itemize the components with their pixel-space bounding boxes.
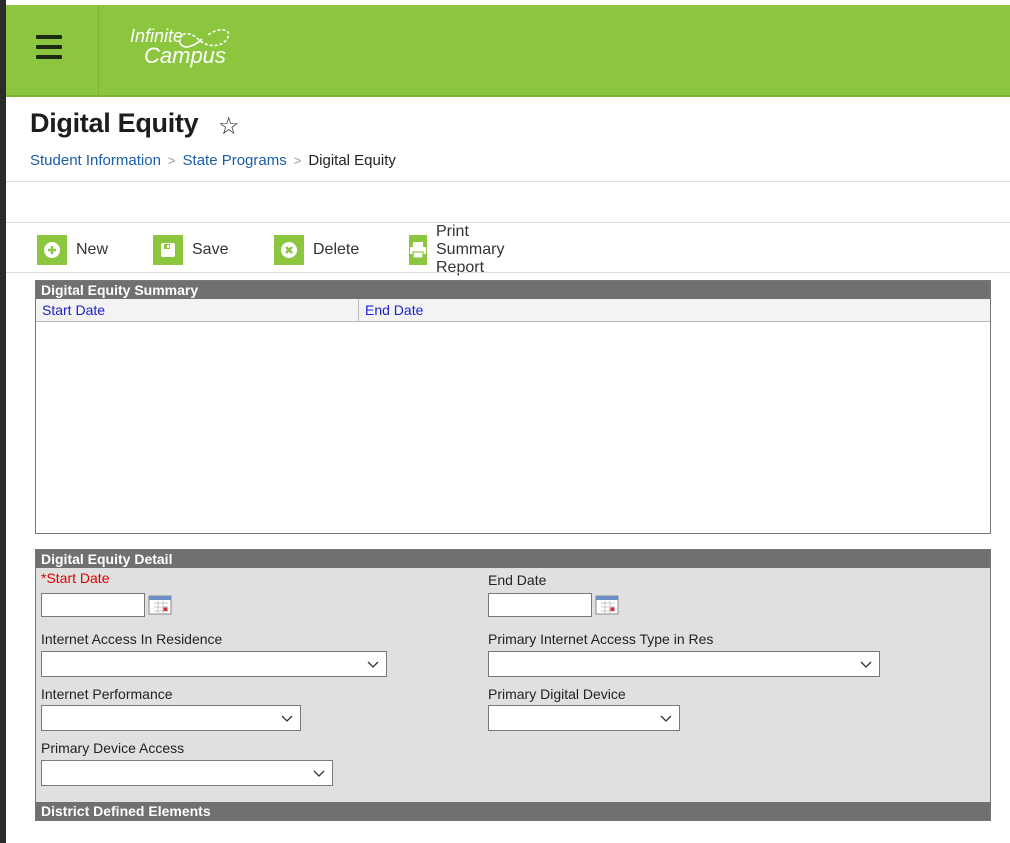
breadcrumb: Student Information > State Programs > Digit…: [30, 152, 396, 169]
start-date-label: *Start Date: [41, 570, 110, 586]
chevron-down-icon: [860, 661, 872, 668]
chevron-down-icon: [281, 715, 293, 722]
chevron-down-icon: [660, 715, 672, 722]
delete-button-label: Delete: [313, 241, 360, 258]
delete-icon: [274, 235, 304, 265]
delete-button[interactable]: Delete: [274, 234, 359, 266]
primary-digital-device-select[interactable]: [488, 705, 680, 731]
save-icon: [153, 235, 183, 265]
district-defined-elements-header: District Defined Elements: [36, 802, 990, 820]
primary-internet-access-type-label: Primary Internet Access Type in Res: [488, 631, 714, 647]
primary-digital-device-label: Primary Digital Device: [488, 686, 626, 702]
primary-device-access-select[interactable]: [41, 760, 333, 786]
divider: [6, 181, 1010, 182]
breadcrumb-student-information[interactable]: Student Information: [30, 152, 161, 169]
chevron-down-icon: [367, 661, 379, 668]
save-button[interactable]: Save: [153, 234, 228, 266]
print-summary-report-button[interactable]: Print Summary Report: [409, 223, 516, 276]
header-divider: [98, 5, 99, 95]
new-button-label: New: [76, 241, 109, 258]
internet-performance-select[interactable]: [41, 705, 301, 731]
digital-equity-summary-panel: Digital Equity Summary Start Date End Da…: [35, 280, 991, 534]
new-button[interactable]: New: [37, 234, 108, 266]
summary-section-header: Digital Equity Summary: [36, 281, 990, 299]
primary-internet-access-type-select[interactable]: [488, 651, 880, 677]
summary-table-body: [36, 322, 990, 532]
menu-icon[interactable]: [36, 35, 62, 59]
calendar-icon[interactable]: [595, 595, 619, 615]
primary-device-access-label: Primary Device Access: [41, 740, 185, 756]
breadcrumb-separator-icon: >: [293, 153, 302, 168]
star-icon[interactable]: ☆: [218, 112, 240, 141]
page-title: Digital Equity: [30, 108, 199, 138]
internet-access-in-residence-select[interactable]: [41, 651, 387, 677]
plus-icon: [37, 235, 67, 265]
end-date-label: End Date: [488, 572, 547, 588]
app-header: Infinite Campus: [6, 5, 1010, 97]
internet-access-in-residence-label: Internet Access In Residence: [41, 631, 223, 647]
left-edge-bar: [0, 0, 6, 843]
infinity-logo-icon: [178, 29, 230, 48]
start-date-field[interactable]: [41, 593, 145, 617]
save-button-label: Save: [192, 241, 229, 258]
breadcrumb-current: Digital Equity: [308, 152, 396, 169]
chevron-down-icon: [313, 770, 325, 777]
infinite-campus-logo[interactable]: Infinite Campus: [126, 27, 230, 67]
breadcrumb-state-programs[interactable]: State Programs: [183, 152, 287, 169]
digital-equity-detail-panel: Digital Equity Detail *Start Date End Da…: [35, 549, 991, 821]
end-date-field[interactable]: [488, 593, 592, 617]
column-header-start-date[interactable]: Start Date: [36, 299, 359, 321]
divider: [6, 272, 1010, 273]
summary-table-header: Start Date End Date: [36, 299, 990, 322]
print-summary-report-label: Print Summary Report: [436, 223, 505, 276]
breadcrumb-separator-icon: >: [167, 153, 176, 168]
calendar-icon[interactable]: [148, 595, 172, 615]
detail-section-header: Digital Equity Detail: [36, 550, 990, 568]
column-header-end-date[interactable]: End Date: [359, 299, 423, 321]
print-icon: [409, 235, 427, 265]
internet-performance-label: Internet Performance: [41, 686, 173, 702]
